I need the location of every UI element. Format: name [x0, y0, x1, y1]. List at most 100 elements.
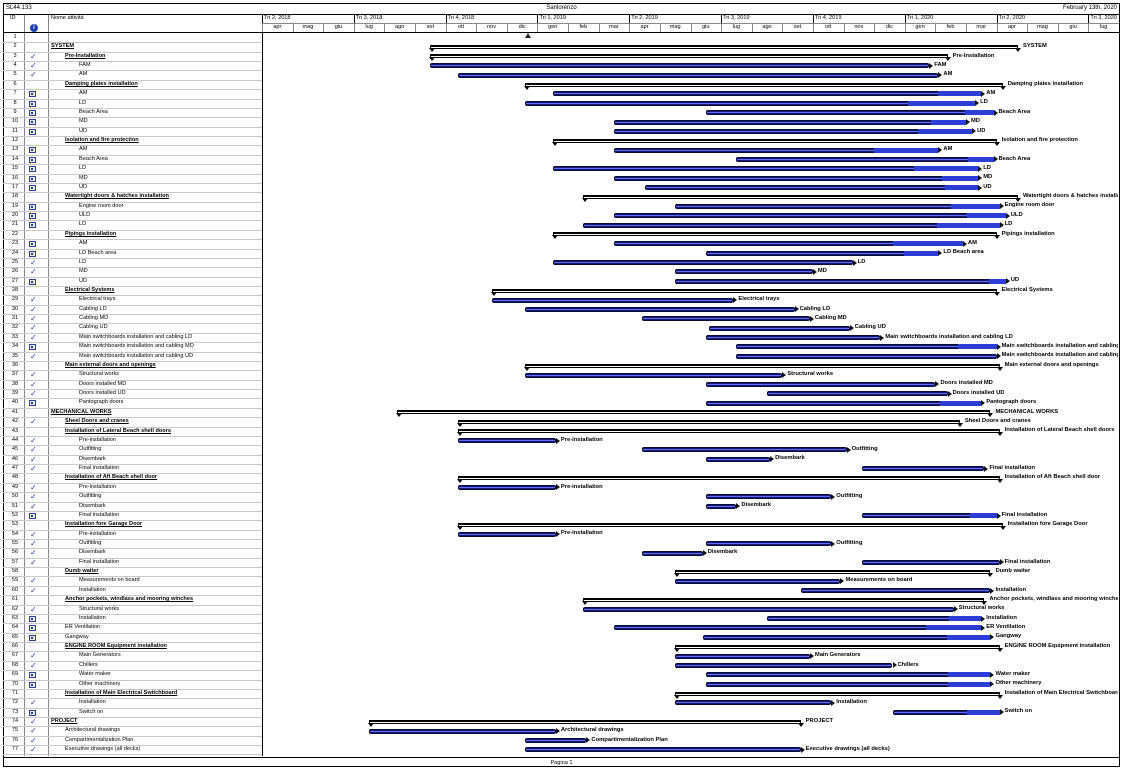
check-icon: ✓ — [30, 304, 37, 314]
task-arrow — [800, 746, 805, 753]
task-id: 60 — [11, 586, 19, 593]
task-bar-highlight — [614, 177, 978, 179]
task-bar-highlight — [801, 590, 990, 591]
task-name: MECHANICAL WORKS — [51, 408, 112, 415]
summary-end-cap — [956, 422, 963, 427]
progress-indicator-icon — [29, 400, 36, 407]
task-label: Doors installed UD — [952, 389, 1005, 396]
task-name: LD — [79, 258, 87, 265]
footer-rule — [3, 757, 1120, 758]
task-label: Installation of Main Electrical Switchbo… — [1004, 689, 1118, 696]
task-label: Measurements on board — [845, 577, 913, 584]
task-id: 70 — [11, 680, 19, 687]
task-name: AM — [79, 90, 88, 97]
task-bar-highlight — [553, 262, 852, 264]
task-name: Main switchboards installation and cabli… — [79, 352, 194, 359]
task-label: Dumb waiter — [995, 567, 1031, 574]
task-id: 44 — [11, 436, 19, 443]
month-label: ago — [395, 24, 405, 30]
task-label: Main switchboards installation and cabli… — [885, 333, 1013, 340]
check-icon: ✓ — [30, 257, 37, 267]
footer-page: Pagina 1 — [550, 760, 573, 766]
task-id: 12 — [11, 137, 19, 144]
task-arrow — [990, 634, 995, 641]
quarter-label: Tri 3, 2020 — [1090, 15, 1117, 21]
task-arrow — [996, 512, 1001, 519]
check-icon: ✓ — [30, 585, 37, 595]
task-bar-highlight — [614, 215, 1005, 217]
task-name: Watertight doors & hatches installation — [65, 193, 169, 200]
task-label: UD — [1010, 277, 1020, 284]
task-id: 56 — [11, 549, 19, 556]
task-bar-highlight — [526, 308, 794, 310]
task-id: 21 — [11, 221, 19, 228]
task-arrow — [993, 109, 998, 116]
task-name: Electrical trays — [79, 296, 116, 303]
task-label: Main external doors and openings — [1004, 361, 1099, 368]
task-id: 15 — [11, 165, 19, 172]
task-arrow — [733, 297, 738, 304]
progress-fill — [930, 119, 966, 125]
task-name: Gangway — [65, 633, 89, 640]
row-rule — [3, 754, 262, 756]
task-id: 10 — [11, 118, 19, 125]
task-name: Pre-installation — [79, 483, 116, 490]
task-label: Structural works — [787, 371, 834, 378]
task-bar-highlight — [676, 580, 840, 582]
task-bar-highlight — [614, 121, 965, 123]
task-arrow — [975, 100, 980, 107]
task-bar-highlight — [709, 327, 849, 329]
summary-bar-fill — [552, 232, 997, 235]
summary-start-cap — [429, 57, 436, 62]
task-arrow — [809, 653, 814, 660]
task-arrow — [938, 250, 943, 257]
progress-indicator-icon — [29, 344, 36, 351]
progress-indicator-icon — [29, 184, 36, 191]
task-name: MD — [79, 174, 88, 181]
task-label: MD — [970, 118, 980, 125]
progress-indicator-icon — [29, 512, 36, 519]
task-id: 62 — [11, 605, 19, 612]
check-icon: ✓ — [30, 482, 37, 492]
task-arrow — [984, 465, 989, 472]
task-name: Outfitting — [79, 539, 102, 546]
project-name: Sanlorenzo — [546, 5, 577, 11]
task-arrow — [978, 184, 983, 191]
task-label: Pipings installation — [1001, 230, 1055, 237]
task-bar-highlight — [431, 65, 929, 67]
task-id: 68 — [11, 661, 19, 668]
month-label: mar — [976, 24, 987, 30]
check-icon: ✓ — [30, 501, 37, 511]
check-icon: ✓ — [30, 492, 37, 502]
month-label: feb — [579, 24, 588, 30]
task-label: FAM — [934, 61, 947, 68]
task-name: Chillers — [79, 661, 98, 668]
header-bottom-rule — [3, 32, 1120, 33]
progress-indicator-icon — [29, 625, 36, 632]
check-icon: ✓ — [30, 548, 37, 558]
check-icon: ✓ — [30, 454, 37, 464]
task-arrow — [981, 400, 986, 407]
summary-start-cap — [674, 572, 681, 577]
task-arrow — [999, 222, 1004, 229]
task-arrow — [990, 671, 995, 678]
task-name: Main switchboards installation and cabli… — [79, 333, 193, 340]
check-icon: ✓ — [30, 529, 37, 539]
summary-bar-fill — [583, 194, 1018, 197]
month-label: lug — [732, 24, 741, 30]
task-name: Beach Area — [79, 155, 108, 162]
task-name: UD — [79, 127, 88, 134]
summary-end-cap — [993, 291, 1000, 296]
task-id: 22 — [11, 230, 19, 237]
task-arrow — [770, 456, 775, 463]
progress-indicator-icon — [29, 278, 36, 285]
task-name: Installation — [79, 614, 106, 621]
task-label: Installation — [836, 699, 867, 706]
quarter-label: Tri 1, 2019 — [539, 15, 566, 21]
task-name: Disembark — [79, 549, 106, 556]
task-name: Structural works — [79, 605, 120, 612]
task-label: Watertight doors & hatches installat — [1022, 193, 1118, 200]
task-arrow — [990, 587, 995, 594]
progress-fill — [969, 513, 997, 519]
task-id: 41 — [11, 408, 19, 415]
